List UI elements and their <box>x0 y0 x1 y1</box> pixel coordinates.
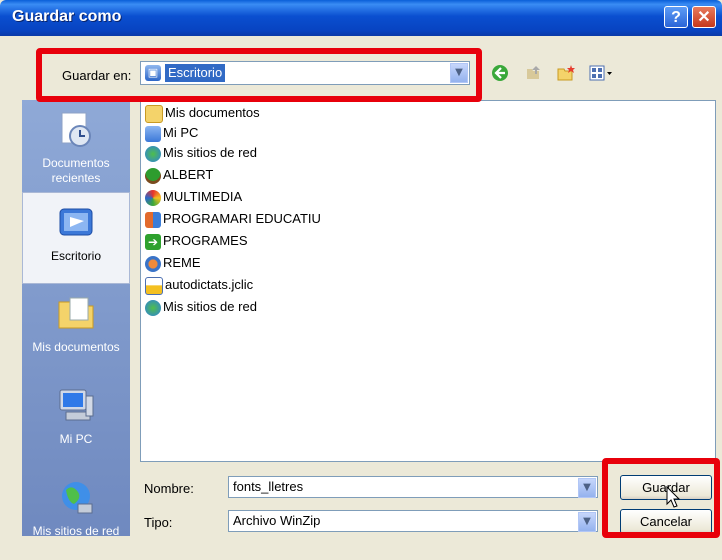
recent-documents-icon <box>56 110 96 150</box>
gear-globe-icon <box>145 255 161 272</box>
list-item[interactable]: PROGRAMARI EDUCATIU <box>145 209 321 229</box>
place-label: Escritorio <box>50 249 101 263</box>
save-in-dropdown[interactable]: ▣ Escritorio ▼ <box>140 61 470 85</box>
place-my-documents[interactable]: Mis documentos <box>22 284 130 376</box>
place-label: Mi PC <box>59 432 93 446</box>
save-in-label: Guardar en: <box>62 68 132 83</box>
place-my-computer[interactable]: Mi PC <box>22 376 130 468</box>
list-item[interactable]: REME <box>145 253 201 273</box>
place-network-places[interactable]: Mis sitios de red <box>22 468 130 560</box>
jclic-file-icon <box>145 276 163 295</box>
filename-value: fonts_lletres <box>233 479 304 494</box>
filename-field[interactable]: fonts_lletres ▼ <box>228 476 598 498</box>
mouse-cursor-icon <box>666 485 682 513</box>
my-computer-icon <box>56 386 96 426</box>
view-menu-icon[interactable] <box>588 63 612 83</box>
desktop-icon <box>56 203 96 243</box>
filename-label: Nombre: <box>144 481 194 496</box>
list-item[interactable]: ALBERT <box>145 165 213 185</box>
chevron-down-icon[interactable]: ▼ <box>578 512 596 532</box>
my-documents-icon <box>56 294 96 334</box>
place-label: Mis documentos <box>32 340 120 354</box>
list-item[interactable]: ➔ PROGRAMES <box>145 231 248 251</box>
filetype-value: Archivo WinZip <box>233 513 321 528</box>
place-label: Mis sitios de red <box>32 524 120 538</box>
new-folder-icon[interactable] <box>556 63 576 83</box>
place-label: Documentos recientes <box>42 156 110 185</box>
list-item[interactable]: autodictats.jclic <box>145 275 253 295</box>
save-in-value: Escritorio <box>165 64 226 82</box>
network-places-icon <box>56 478 96 518</box>
folder-icon <box>145 104 163 123</box>
filetype-select[interactable]: Archivo WinZip ▼ <box>228 510 598 532</box>
chevron-down-icon[interactable]: ▼ <box>578 478 596 498</box>
window-title: Guardar como <box>12 8 122 25</box>
chevron-down-icon[interactable]: ▼ <box>450 63 468 83</box>
place-recent-documents[interactable]: Documentos recientes <box>22 100 130 192</box>
list-item[interactable]: Mi PC <box>145 123 198 143</box>
save-as-dialog: Guardar como ? ✕ Guardar en: ▣ Escritori… <box>0 0 722 540</box>
filetype-label: Tipo: <box>144 515 173 530</box>
list-item[interactable]: Mis documentos <box>145 103 260 123</box>
computer-icon <box>145 125 161 142</box>
green-arrow-icon: ➔ <box>145 233 161 250</box>
people-icon <box>145 211 161 228</box>
up-folder-icon[interactable] <box>524 63 544 83</box>
back-icon[interactable] <box>490 63 510 83</box>
places-bar: Documentos recientes Escritorio Mis docu… <box>22 100 130 538</box>
list-item[interactable]: Mis sitios de red <box>145 143 257 163</box>
network-shortcut-icon <box>145 299 161 316</box>
close-button[interactable]: ✕ <box>692 6 716 28</box>
network-icon <box>145 145 161 162</box>
colorful-app-icon <box>145 189 161 206</box>
help-button[interactable]: ? <box>664 6 688 28</box>
place-desktop[interactable]: Escritorio <box>22 192 130 284</box>
desktop-icon: ▣ <box>145 65 161 81</box>
file-list[interactable]: Mis documentos Mi PC Mis sitios de red A… <box>140 100 716 462</box>
list-item[interactable]: MULTIMEDIA <box>145 187 242 207</box>
list-item[interactable]: Mis sitios de red <box>145 297 257 317</box>
title-bar[interactable]: Guardar como ? ✕ <box>0 0 722 36</box>
tree-icon <box>145 167 161 184</box>
